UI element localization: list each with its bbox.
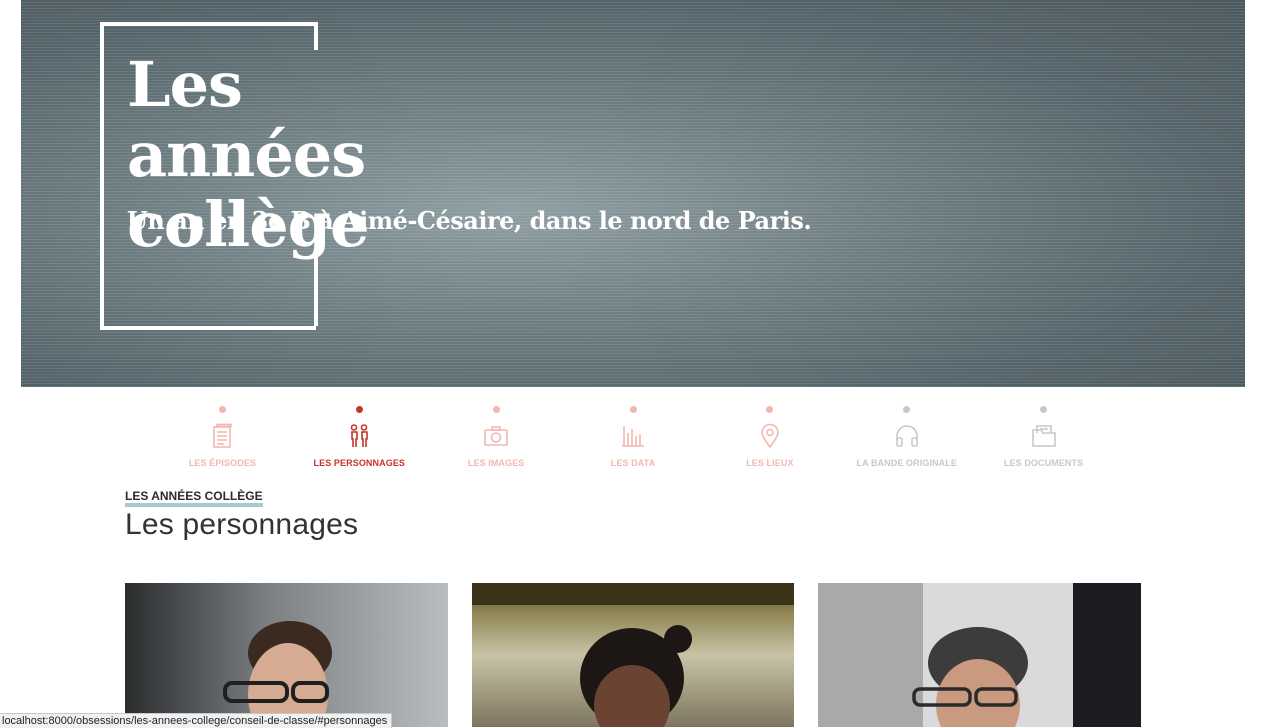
nav-dot bbox=[903, 406, 911, 413]
nav-label-data: LES DATA bbox=[610, 458, 656, 468]
nav-item-data[interactable]: LES DATA bbox=[565, 402, 702, 474]
nav-item-personnages[interactable]: LES PERSONNAGES bbox=[291, 402, 428, 474]
section-nav: LES ÉPISODES LES PERSONNAGES LES IMAGES … bbox=[154, 402, 1112, 474]
document-stack-icon bbox=[213, 423, 233, 448]
hero-subtitle: Un an en 3e B à Aimé-Césaire, dans le no… bbox=[127, 206, 812, 235]
browser-status-bar: localhost:8000/obsessions/les-annees-col… bbox=[0, 713, 393, 728]
nav-dot bbox=[766, 406, 774, 413]
character-photo bbox=[818, 583, 1141, 727]
nav-dot bbox=[218, 406, 226, 413]
hero-frame-edge bbox=[314, 254, 318, 326]
character-card[interactable] bbox=[125, 583, 448, 727]
character-card[interactable] bbox=[818, 583, 1141, 727]
nav-label-bande-originale: LA BANDE ORIGINALE bbox=[856, 458, 957, 468]
nav-item-bande-originale[interactable]: LA BANDE ORIGINALE bbox=[838, 402, 975, 474]
nav-item-documents[interactable]: LES DOCUMENTS bbox=[975, 402, 1112, 474]
page-title: Les personnages bbox=[125, 508, 359, 541]
nav-label-lieux: LES LIEUX bbox=[746, 458, 794, 468]
map-pin-icon bbox=[761, 423, 779, 449]
hero-banner: Les années collège Un an en 3e B à Aimé-… bbox=[21, 0, 1245, 387]
character-card[interactable] bbox=[472, 583, 794, 727]
character-photo bbox=[472, 583, 794, 727]
nav-label-documents: LES DOCUMENTS bbox=[1003, 458, 1084, 468]
nav-label-episodes: LES ÉPISODES bbox=[188, 458, 257, 468]
nav-dot bbox=[1040, 406, 1048, 413]
nav-item-lieux[interactable]: LES LIEUX bbox=[701, 402, 838, 474]
nav-dot bbox=[355, 406, 363, 413]
hero-frame-edge bbox=[314, 22, 318, 50]
nav-label-images: LES IMAGES bbox=[467, 458, 525, 468]
nav-dot bbox=[629, 406, 637, 413]
people-icon bbox=[350, 424, 369, 447]
nav-item-episodes[interactable]: LES ÉPISODES bbox=[154, 402, 291, 474]
nav-item-images[interactable]: LES IMAGES bbox=[428, 402, 565, 474]
nav-dot bbox=[492, 406, 500, 413]
folder-icon bbox=[1031, 425, 1056, 447]
nav-label-personnages: LES PERSONNAGES bbox=[313, 458, 406, 468]
hero-title-line1: Les années bbox=[127, 48, 366, 191]
camera-icon bbox=[484, 426, 508, 446]
section-kicker: LES ANNÉES COLLÈGE bbox=[125, 489, 263, 507]
character-photo bbox=[125, 583, 448, 727]
bar-chart-icon bbox=[622, 426, 644, 447]
headphones-icon bbox=[895, 425, 918, 447]
